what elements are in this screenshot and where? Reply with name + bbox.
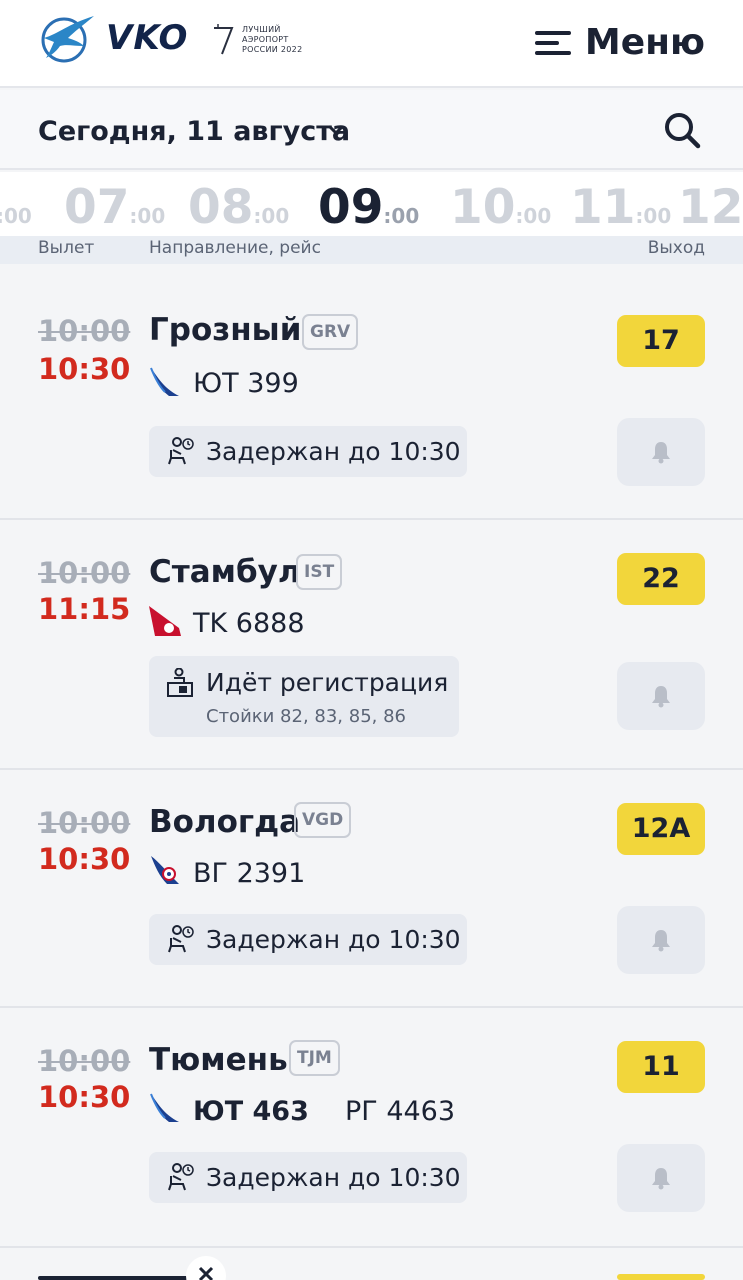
status-text: Задержан до 10:30 xyxy=(206,925,461,954)
hamburger-icon xyxy=(534,29,571,57)
bell-icon xyxy=(652,686,670,708)
award-text: ЛУЧШИЙ АЭРОПОРТ РОССИИ 2022 xyxy=(242,25,302,55)
column-departure: Вылет xyxy=(38,238,95,258)
hour-slot[interactable]: 12 xyxy=(678,180,743,235)
hour-slot[interactable]: 08:00 xyxy=(188,180,289,235)
notify-button[interactable] xyxy=(617,1144,705,1212)
utair-icon xyxy=(150,1093,179,1122)
chevron-down-icon[interactable] xyxy=(326,120,346,140)
bell-icon xyxy=(652,930,670,952)
notify-button[interactable] xyxy=(617,906,705,974)
top-header: VKO ЛУЧШИЙ АЭРОПОРТ РОССИИ 2022 Меню xyxy=(0,0,743,88)
actual-time: 10:30 xyxy=(38,352,131,386)
actual-time: 10:30 xyxy=(38,1080,131,1114)
actual-time: 11:15 xyxy=(38,592,131,626)
gate-badge: 22 xyxy=(617,553,705,605)
actual-time: 10:30 xyxy=(38,842,131,876)
status-text: Задержан до 10:30 xyxy=(206,437,461,466)
bell-icon xyxy=(652,442,670,464)
close-icon xyxy=(198,1266,214,1280)
flight-row[interactable]: 10:00 10:30 Тюмень TJM ЮТ 463 РГ 4463 11… xyxy=(0,1008,743,1248)
flight-row[interactable]: 10:00 11:15 Стамбул IST TK 6888 22 Идёт … xyxy=(0,520,743,770)
vko-logo[interactable]: VKO xyxy=(38,10,188,66)
destination-city: Стамбул xyxy=(149,554,301,590)
scheduled-time: 10:00 xyxy=(38,1044,131,1078)
destination-city: Вологда xyxy=(149,804,301,840)
waiting-passenger-icon xyxy=(168,1163,194,1191)
flight-number: ВГ 2391 xyxy=(193,858,306,889)
award-seven-icon xyxy=(214,24,234,55)
waiting-passenger-icon xyxy=(168,925,194,953)
date-selector[interactable]: Сегодня, 11 августа xyxy=(38,116,350,147)
next-flight-peek xyxy=(0,1250,743,1280)
status-text: Идёт регистрация xyxy=(206,668,449,697)
column-gate: Выход xyxy=(647,238,705,258)
status-pill: Задержан до 10:30 xyxy=(149,1152,467,1203)
airport-code: GRV xyxy=(302,314,359,350)
notify-button[interactable] xyxy=(617,418,705,486)
flight-number: ЮТ 463 xyxy=(193,1096,309,1127)
date-bar: Сегодня, 11 августа xyxy=(0,90,743,170)
hour-slot[interactable]: 07:00 xyxy=(64,180,165,235)
column-destination: Направление, рейс xyxy=(149,238,321,258)
waiting-passenger-icon xyxy=(168,437,194,465)
turkish-airlines-icon xyxy=(149,606,181,636)
hour-slot-current[interactable]: 09:00 xyxy=(318,180,419,235)
bell-icon xyxy=(652,1168,670,1190)
column-headers: Вылет Направление, рейс Выход xyxy=(0,236,743,264)
scheduled-time: 10:00 xyxy=(38,556,131,590)
award-badge: ЛУЧШИЙ АЭРОПОРТ РОССИИ 2022 xyxy=(210,22,302,58)
logo-text: VKO xyxy=(106,18,189,58)
gate-badge: 11 xyxy=(617,1041,705,1093)
status-pill: Задержан до 10:30 xyxy=(149,426,467,477)
scheduled-time: 10:00 xyxy=(38,314,131,348)
checkin-counters: Стойки 82, 83, 85, 86 xyxy=(206,706,407,727)
airport-code: VGD xyxy=(294,802,352,838)
peek-gate xyxy=(617,1274,705,1280)
codeshare-flight-number: РГ 4463 xyxy=(345,1096,456,1127)
award-line-3: РОССИИ 2022 xyxy=(242,45,303,54)
destination-city: Тюмень xyxy=(149,1042,288,1078)
gate-badge: 12A xyxy=(617,803,705,855)
airport-code: TJM xyxy=(289,1040,340,1076)
scheduled-time: 10:00 xyxy=(38,806,131,840)
vologda-avia-icon xyxy=(151,856,179,884)
checkin-desk-icon xyxy=(167,668,193,697)
close-peek[interactable] xyxy=(186,1256,226,1280)
hour-slot[interactable]: 11:00 xyxy=(570,180,671,235)
flight-row[interactable]: 10:00 10:30 Вологда VGD ВГ 2391 12A Заде… xyxy=(0,770,743,1008)
award-line-2: АЭРОПОРТ xyxy=(242,35,289,44)
flight-number: ЮТ 399 xyxy=(193,368,299,399)
bird-logo-icon xyxy=(41,16,94,63)
flight-row[interactable]: 10:00 10:30 Грозный GRV ЮТ 399 17 Задерж… xyxy=(0,264,743,520)
hour-timeline[interactable]: :00 07:00 08:00 09:00 10:00 11:00 12 xyxy=(0,172,743,236)
utair-icon xyxy=(150,367,179,396)
gate-badge: 17 xyxy=(617,315,705,367)
award-line-1: ЛУЧШИЙ xyxy=(242,25,281,34)
search-icon[interactable] xyxy=(662,110,702,150)
menu-label: Меню xyxy=(584,22,705,63)
hour-slot[interactable]: 10:00 xyxy=(450,180,551,235)
notify-button[interactable] xyxy=(617,662,705,730)
flight-number: TK 6888 xyxy=(193,608,305,639)
menu-button[interactable]: Меню xyxy=(534,22,705,63)
airport-code: IST xyxy=(296,554,343,590)
status-pill: Задержан до 10:30 xyxy=(149,914,467,965)
status-pill: Идёт регистрация Стойки 82, 83, 85, 86 xyxy=(149,656,459,737)
status-text: Задержан до 10:30 xyxy=(206,1163,461,1192)
peek-bar xyxy=(38,1276,188,1280)
hour-slot[interactable]: :00 xyxy=(0,180,32,235)
destination-city: Грозный xyxy=(149,312,302,348)
